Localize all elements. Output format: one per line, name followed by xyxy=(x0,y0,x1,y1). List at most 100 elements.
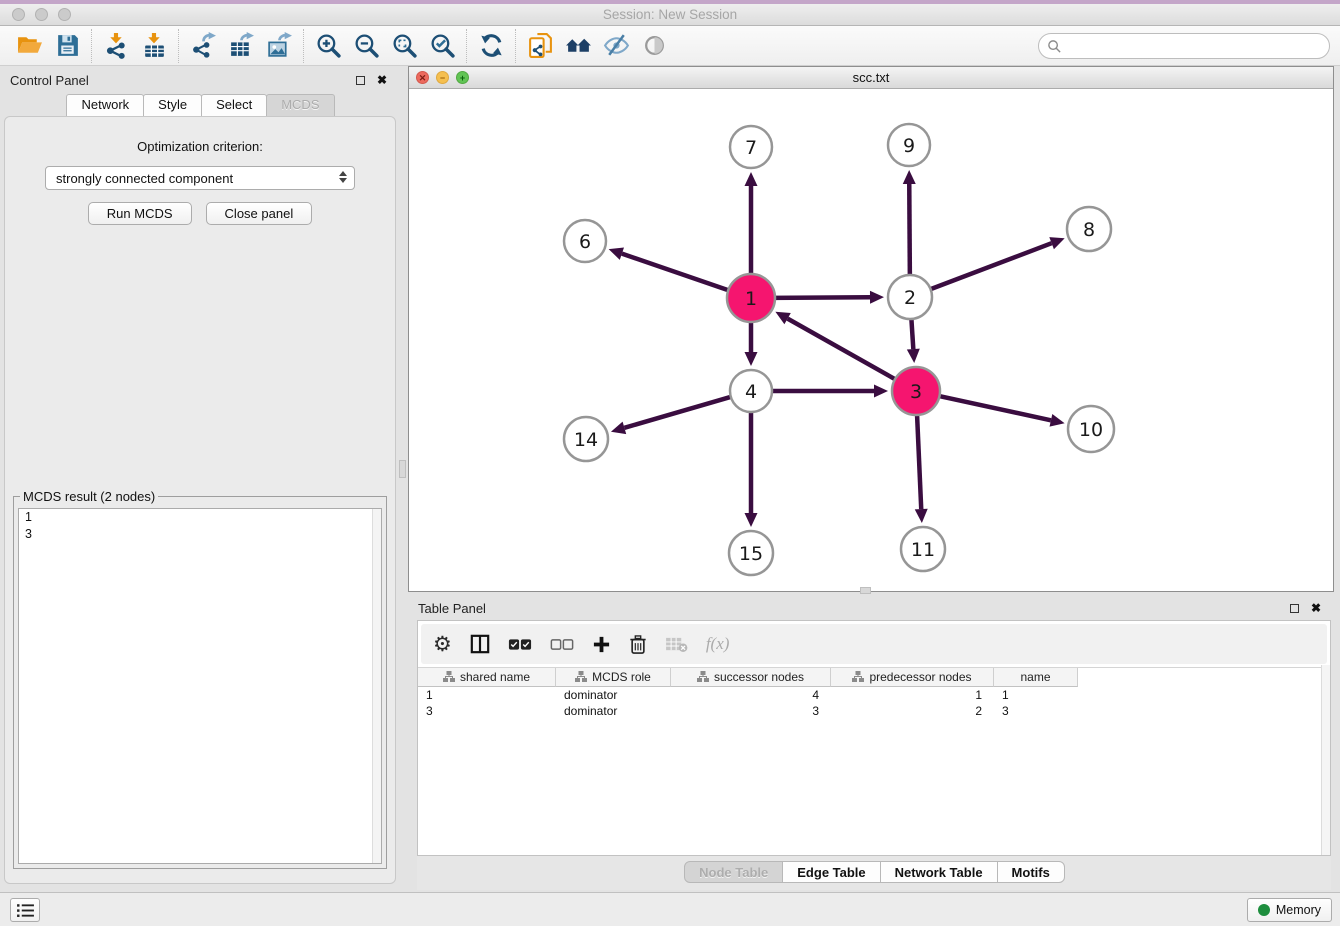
tab-node-table[interactable]: Node Table xyxy=(684,861,783,883)
table-scrollbar[interactable] xyxy=(1321,665,1330,855)
horizontal-splitter-grip[interactable] xyxy=(860,587,871,594)
tab-style[interactable]: Style xyxy=(143,94,202,116)
delete-table-icon[interactable] xyxy=(665,631,688,657)
edge-arrow-4-14 xyxy=(611,422,626,434)
tab-network[interactable]: Network xyxy=(66,94,144,116)
show-columns-icon[interactable] xyxy=(470,631,490,657)
edge-arrow-1-4 xyxy=(745,352,758,366)
node-label-11: 11 xyxy=(911,539,935,561)
table-body: 1dominator4113dominator323 xyxy=(418,687,1330,719)
network-canvas[interactable]: 1234678910111415 xyxy=(409,89,1333,591)
tab-motifs[interactable]: Motifs xyxy=(997,861,1065,883)
table-settings-icon[interactable]: ⚙ xyxy=(433,631,452,657)
edge-2-8[interactable] xyxy=(929,243,1052,290)
toolbar-separator xyxy=(515,29,516,63)
edge-arrow-2-9 xyxy=(903,170,916,184)
node-label-8: 8 xyxy=(1083,219,1095,241)
mcds-result-group: MCDS result (2 nodes) 13 xyxy=(13,489,387,869)
mcds-result-item[interactable]: 3 xyxy=(19,526,381,543)
vertical-splitter-grip[interactable] xyxy=(399,460,406,478)
close-table-panel-icon[interactable]: ✖ xyxy=(1308,600,1324,616)
zoom-out-icon[interactable] xyxy=(347,29,385,63)
toolbar-separator xyxy=(466,29,467,63)
node-label-10: 10 xyxy=(1079,419,1103,441)
table-panel: Table Panel ✖ ⚙ f(x) xyxy=(408,594,1334,890)
mcds-result-list[interactable]: 13 xyxy=(18,508,382,864)
node-label-9: 9 xyxy=(903,135,915,157)
result-scrollbar[interactable] xyxy=(372,509,381,863)
zoom-in-icon[interactable] xyxy=(309,29,347,63)
select-all-columns-icon[interactable] xyxy=(508,631,532,657)
delete-column-icon[interactable] xyxy=(629,631,647,657)
run-mcds-button[interactable]: Run MCDS xyxy=(88,202,192,225)
tab-select[interactable]: Select xyxy=(201,94,267,116)
main-toolbar xyxy=(0,26,1340,66)
edge-1-6[interactable] xyxy=(622,254,730,291)
memory-button[interactable]: Memory xyxy=(1247,898,1332,922)
export-image-icon[interactable] xyxy=(260,29,298,63)
toolbar-separator xyxy=(178,29,179,63)
column-header-name[interactable]: name xyxy=(994,668,1078,687)
node-table-container: ⚙ f(x) shared nameMCDS rolesuccessor nod… xyxy=(417,620,1331,856)
function-builder-icon[interactable]: f(x) xyxy=(706,631,730,657)
first-neighbors-icon[interactable] xyxy=(559,29,597,63)
window-title: Session: New Session xyxy=(0,7,1340,22)
search-input[interactable] xyxy=(1067,36,1329,56)
export-network-icon[interactable] xyxy=(184,29,222,63)
edge-2-3[interactable] xyxy=(911,317,913,349)
zoom-selected-icon[interactable] xyxy=(423,29,461,63)
search-box xyxy=(1038,33,1330,59)
float-table-panel-icon[interactable] xyxy=(1286,600,1302,616)
column-header-successor-nodes[interactable]: successor nodes xyxy=(671,668,831,687)
table-toolbar: ⚙ f(x) xyxy=(421,624,1327,664)
automation-panel-button[interactable] xyxy=(10,898,40,922)
import-table-icon[interactable] xyxy=(135,29,173,63)
tab-edge-table[interactable]: Edge Table xyxy=(782,861,880,883)
close-panel-icon[interactable]: ✖ xyxy=(374,72,390,88)
optimization-dropdown[interactable]: strongly connected component xyxy=(45,166,355,190)
edge-3-10[interactable] xyxy=(937,396,1050,421)
table-tab-strip: Node TableEdge TableNetwork TableMotifs xyxy=(417,856,1331,890)
column-header-shared-name[interactable]: shared name xyxy=(418,668,556,687)
edge-arrow-1-6 xyxy=(609,248,624,260)
column-header-predecessor-nodes[interactable]: predecessor nodes xyxy=(831,668,994,687)
control-panel-title: Control Panel xyxy=(10,73,89,88)
optimization-criterion-label: Optimization criterion: xyxy=(5,139,395,154)
network-window-titlebar[interactable]: ✕ − + scc.txt xyxy=(409,67,1333,89)
column-header-MCDS-role[interactable]: MCDS role xyxy=(556,668,671,687)
add-column-icon[interactable] xyxy=(592,631,611,657)
dropdown-spinner-icon xyxy=(339,171,347,183)
zoom-fit-icon[interactable] xyxy=(385,29,423,63)
table-row[interactable]: 1dominator411 xyxy=(418,687,1330,703)
edge-2-9[interactable] xyxy=(909,184,910,277)
edge-arrow-4-3 xyxy=(874,385,888,398)
control-panel-tabs: NetworkStyleSelectMCDS xyxy=(0,94,400,116)
deselect-all-columns-icon[interactable] xyxy=(550,631,574,657)
node-label-14: 14 xyxy=(574,429,598,451)
export-table-icon[interactable] xyxy=(222,29,260,63)
close-panel-button[interactable]: Close panel xyxy=(206,202,313,225)
node-label-6: 6 xyxy=(579,231,591,253)
import-network-icon[interactable] xyxy=(97,29,135,63)
save-session-icon[interactable] xyxy=(48,29,86,63)
tab-network-table[interactable]: Network Table xyxy=(880,861,998,883)
edge-arrow-2-8 xyxy=(1049,237,1064,249)
node-label-7: 7 xyxy=(745,137,757,159)
edge-4-14[interactable] xyxy=(624,396,732,428)
hide-selected-icon[interactable] xyxy=(597,29,635,63)
edge-1-2[interactable] xyxy=(773,297,870,298)
column-type-icon xyxy=(852,671,864,683)
table-row[interactable]: 3dominator323 xyxy=(418,703,1330,719)
window-titlebar: Session: New Session xyxy=(0,0,1340,26)
memory-status-icon xyxy=(1258,904,1270,916)
show-all-icon[interactable] xyxy=(635,29,673,63)
column-type-icon xyxy=(697,671,709,683)
tab-mcds[interactable]: MCDS xyxy=(266,94,334,116)
mcds-result-item[interactable]: 1 xyxy=(19,509,381,526)
apply-layout-icon[interactable] xyxy=(472,29,510,63)
open-session-icon[interactable] xyxy=(10,29,48,63)
edge-3-1[interactable] xyxy=(788,319,897,381)
float-panel-icon[interactable] xyxy=(352,72,368,88)
edge-3-11[interactable] xyxy=(917,413,921,509)
new-network-from-selection-icon[interactable] xyxy=(521,29,559,63)
